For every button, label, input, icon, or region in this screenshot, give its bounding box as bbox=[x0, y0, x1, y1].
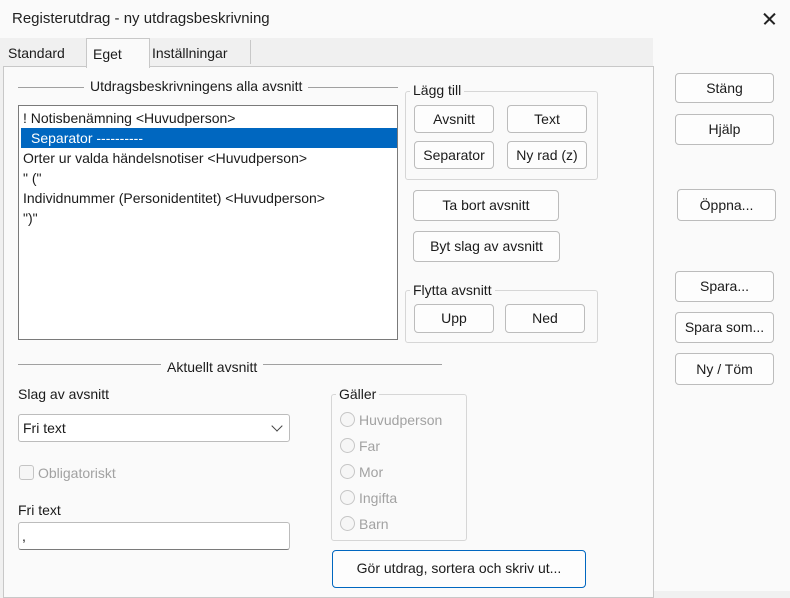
tab-standard[interactable]: Standard bbox=[0, 40, 84, 66]
free-text-value: , bbox=[22, 528, 26, 544]
title-bar: Registerutdrag - ny utdragsbeskrivning bbox=[0, 0, 790, 38]
radio-far[interactable] bbox=[340, 438, 355, 453]
radio-barn[interactable] bbox=[340, 516, 355, 531]
move-group-title: Flytta avsnitt bbox=[410, 282, 495, 298]
radio-label: Huvudperson bbox=[359, 412, 443, 428]
add-text-button[interactable]: Text bbox=[507, 105, 587, 133]
close-icon[interactable] bbox=[752, 4, 786, 34]
free-text-input[interactable]: , bbox=[18, 522, 290, 550]
save-button[interactable]: Spara... bbox=[675, 271, 774, 302]
all-sections-title: Utdragsbeskrivningens alla avsnitt bbox=[84, 78, 309, 94]
change-section-type-button[interactable]: Byt slag av avsnitt bbox=[413, 231, 560, 262]
list-item[interactable]: ! Notisbenämning <Huvudperson> bbox=[21, 108, 397, 128]
radio-label: Mor bbox=[359, 464, 384, 480]
move-up-button[interactable]: Upp bbox=[414, 304, 494, 333]
list-item[interactable]: ")" bbox=[21, 208, 397, 228]
add-section-button[interactable]: Avsnitt bbox=[414, 105, 494, 133]
close-button[interactable]: Stäng bbox=[675, 73, 774, 103]
list-item[interactable]: Individnummer (Personidentitet) <Huvudpe… bbox=[21, 188, 397, 208]
help-button[interactable]: Hjälp bbox=[675, 114, 774, 145]
add-new-row-button[interactable]: Ny rad (z) bbox=[507, 141, 587, 169]
chevron-down-icon bbox=[271, 420, 283, 432]
radio-huvudperson[interactable] bbox=[340, 412, 355, 427]
radio-mor[interactable] bbox=[340, 464, 355, 479]
section-type-value: Fri text bbox=[23, 420, 66, 436]
radio-label: Ingifta bbox=[359, 490, 398, 506]
section-type-combobox[interactable]: Fri text bbox=[18, 414, 290, 442]
radio-label: Far bbox=[359, 438, 380, 454]
new-clear-button[interactable]: Ny / Töm bbox=[675, 353, 774, 385]
applies-group-title: Gäller bbox=[336, 386, 380, 402]
remove-section-button[interactable]: Ta bort avsnitt bbox=[413, 190, 559, 221]
tab-eget[interactable]: Eget bbox=[86, 38, 150, 68]
tab-label: Eget bbox=[93, 46, 122, 62]
radio-label: Barn bbox=[359, 516, 389, 532]
mandatory-checkbox[interactable] bbox=[19, 465, 34, 480]
free-text-label: Fri text bbox=[18, 502, 61, 518]
tab-label: Standard bbox=[8, 45, 65, 61]
run-extract-button[interactable]: Gör utdrag, sortera och skriv ut... bbox=[332, 550, 586, 588]
move-down-button[interactable]: Ned bbox=[505, 304, 585, 333]
add-group-title: Lägg till bbox=[410, 82, 465, 98]
list-item-selected[interactable]: Separator ---------- bbox=[21, 128, 397, 148]
list-item[interactable]: " (" bbox=[21, 168, 397, 188]
section-type-label: Slag av avsnitt bbox=[18, 386, 110, 402]
save-as-button[interactable]: Spara som... bbox=[675, 312, 774, 343]
tab-label: Inställningar bbox=[152, 45, 228, 61]
open-button[interactable]: Öppna... bbox=[677, 189, 776, 221]
add-separator-button[interactable]: Separator bbox=[414, 141, 494, 169]
section-list[interactable]: ! Notisbenämning <Huvudperson> Separator… bbox=[18, 105, 398, 340]
radio-ingifta[interactable] bbox=[340, 490, 355, 505]
window-title: Registerutdrag - ny utdragsbeskrivning bbox=[12, 10, 270, 27]
current-section-title: Aktuellt avsnitt bbox=[161, 359, 264, 375]
list-item[interactable]: Orter ur valda händelsnotiser <Huvudpers… bbox=[21, 148, 397, 168]
tab-installningar[interactable]: Inställningar bbox=[148, 40, 251, 64]
mandatory-label: Obligatoriskt bbox=[38, 465, 116, 481]
